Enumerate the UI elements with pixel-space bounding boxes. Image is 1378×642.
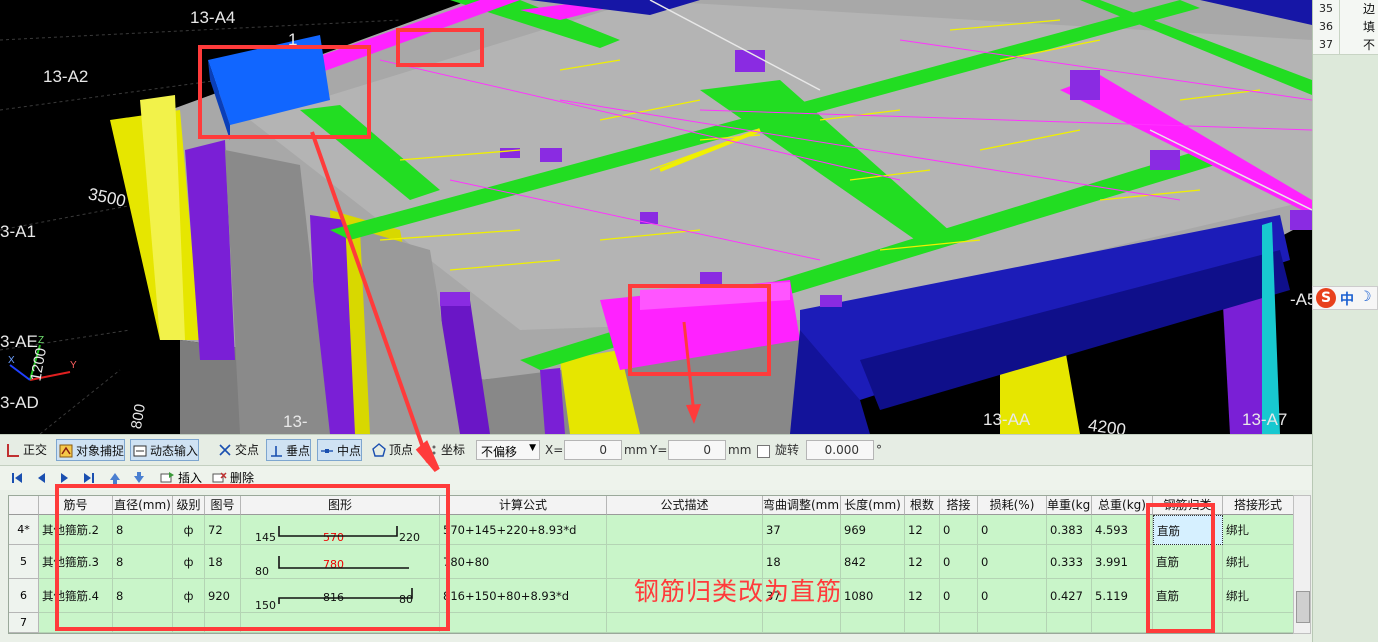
annotation-text: 钢筋归类改为直筋 <box>634 577 843 606</box>
annotation-arrows <box>310 131 701 472</box>
